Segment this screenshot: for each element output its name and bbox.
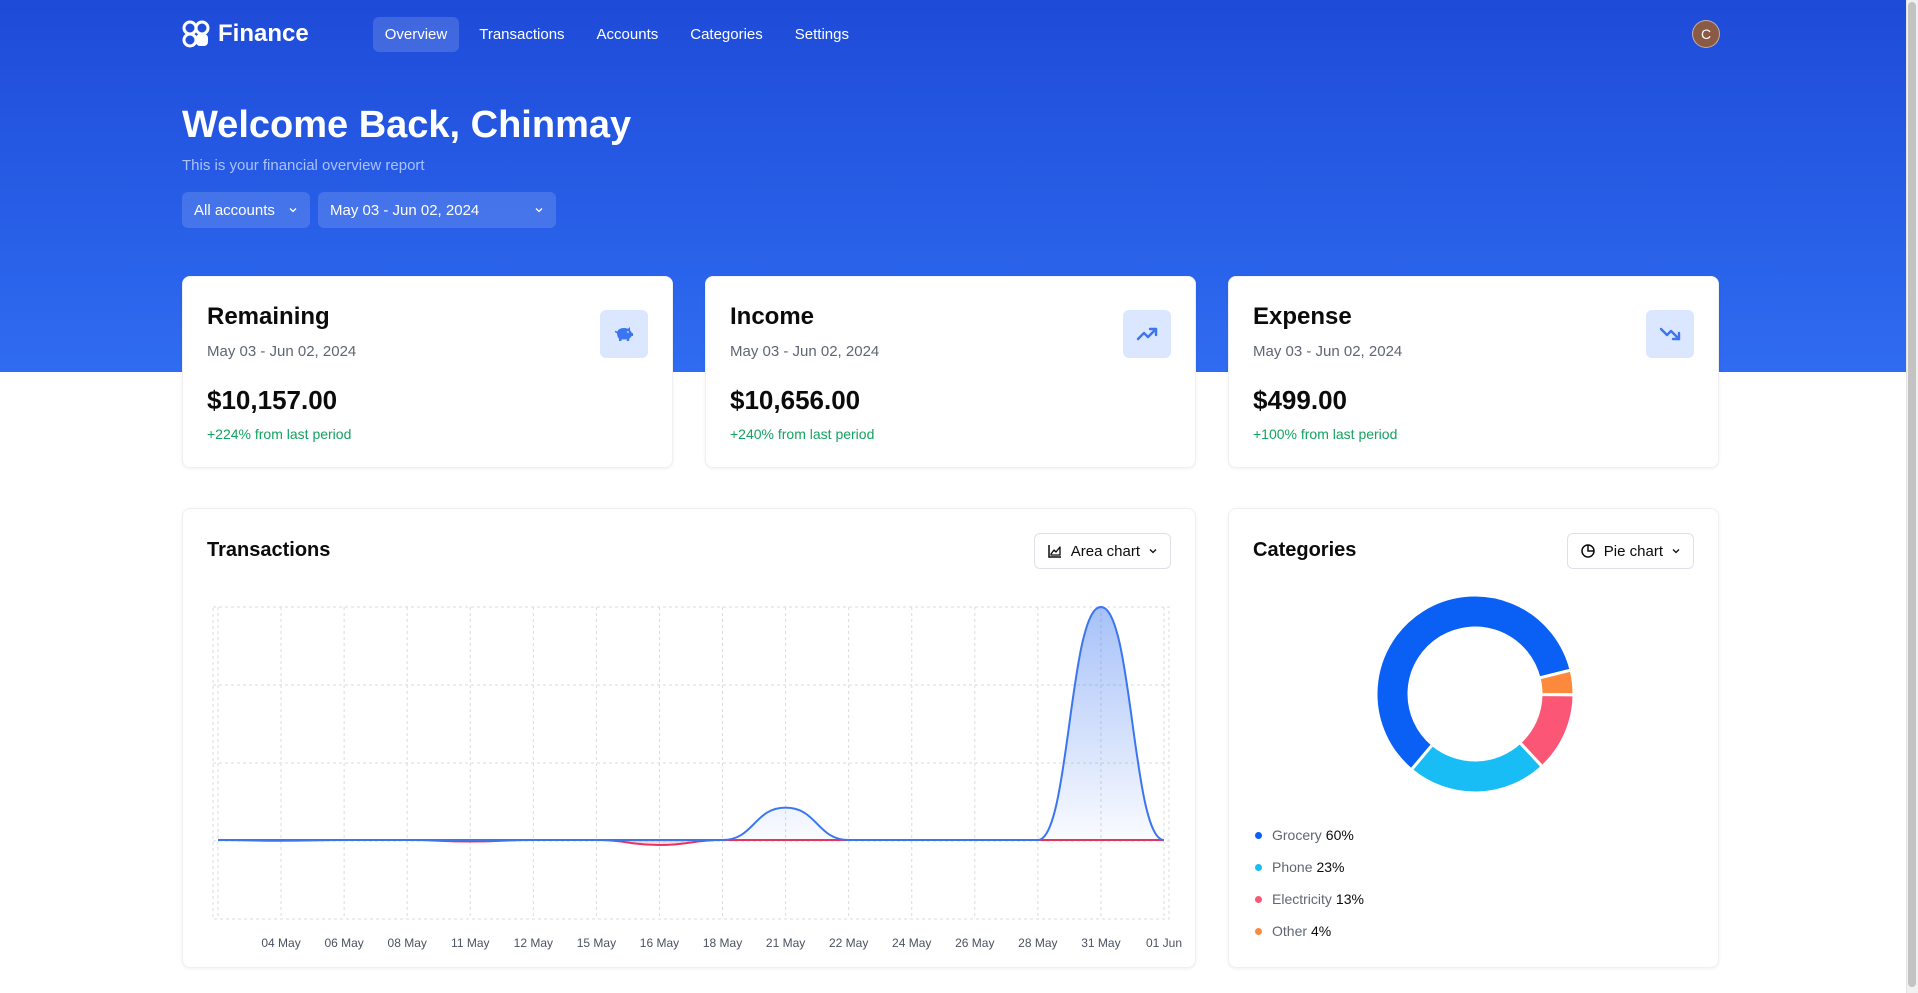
date-range-value: May 03 - Jun 02, 2024 xyxy=(330,201,480,219)
account-select-value: All accounts xyxy=(194,201,275,219)
legend-dot xyxy=(1255,895,1262,903)
pie-chart-icon xyxy=(1581,544,1595,558)
x-tick-label: 26 May xyxy=(955,936,994,950)
stat-title: Expense xyxy=(1253,303,1352,330)
transactions-title: Transactions xyxy=(207,539,331,561)
categories-card: Categories Pie chart Grocery 60% Phone 2… xyxy=(1228,508,1719,968)
pie-type-select[interactable]: Pie chart xyxy=(1566,533,1694,569)
stat-range: May 03 - Jun 02, 2024 xyxy=(1253,343,1403,360)
stat-title: Income xyxy=(730,303,815,330)
x-tick-label: 21 May xyxy=(766,936,805,950)
nav-overview[interactable]: Overview xyxy=(372,16,460,52)
piggy-bank-icon xyxy=(614,327,633,341)
chevron-down-icon xyxy=(289,208,297,213)
x-tick-label: 01 Jun xyxy=(1146,936,1182,950)
legend-dot xyxy=(1255,927,1262,935)
legend-item: Phone 23% xyxy=(1255,851,1364,883)
legend-item: Grocery 60% xyxy=(1255,819,1364,851)
categories-donut-chart xyxy=(1374,593,1576,795)
chart-type-label: Area chart xyxy=(1070,542,1140,560)
app-name: Finance xyxy=(218,20,309,47)
logo[interactable]: Finance xyxy=(182,20,309,48)
x-tick-label: 28 May xyxy=(1018,936,1057,950)
stat-icon-box xyxy=(1646,310,1694,358)
stat-value: $10,656.00 xyxy=(730,385,861,415)
stat-value: $10,157.00 xyxy=(207,385,338,415)
stat-title: Remaining xyxy=(207,303,330,330)
page-title: Welcome Back, Chinmay xyxy=(182,104,632,146)
nav-transactions[interactable]: Transactions xyxy=(467,17,576,52)
x-tick-label: 18 May xyxy=(703,936,742,950)
logo-icon xyxy=(182,20,210,48)
scrollbar-thumb[interactable] xyxy=(1908,2,1916,987)
x-tick-label: 08 May xyxy=(388,936,427,950)
page-subtitle: This is your financial overview report xyxy=(182,157,425,174)
legend-dot xyxy=(1255,831,1262,839)
x-tick-label: 06 May xyxy=(324,936,363,950)
x-tick-label: 22 May xyxy=(829,936,868,950)
user-avatar[interactable]: C xyxy=(1692,20,1720,48)
legend-item: Other 4% xyxy=(1255,915,1364,947)
legend-label: Phone xyxy=(1272,859,1313,875)
area-chart-icon xyxy=(1048,545,1061,558)
chevron-down-icon xyxy=(535,208,543,213)
expense-card: Expense May 03 - Jun 02, 2024 $499.00 +1… xyxy=(1228,276,1719,468)
stat-range: May 03 - Jun 02, 2024 xyxy=(207,343,357,360)
main-menu: Overview Transactions Accounts Categorie… xyxy=(372,16,861,52)
donut-slice-phone xyxy=(1409,740,1545,795)
stat-icon-box xyxy=(1123,310,1171,358)
nav-settings[interactable]: Settings xyxy=(783,17,861,52)
categories-legend: Grocery 60% Phone 23% Electricity 13% Ot… xyxy=(1255,819,1364,947)
nav-categories[interactable]: Categories xyxy=(678,17,775,52)
legend-label: Electricity xyxy=(1272,891,1332,907)
stat-change: +100% from last period xyxy=(1253,426,1398,442)
x-tick-label: 11 May xyxy=(451,936,489,950)
income-line xyxy=(218,605,1165,841)
legend-label: Other xyxy=(1272,923,1308,939)
stat-range: May 03 - Jun 02, 2024 xyxy=(730,343,880,360)
x-tick-label: 12 May xyxy=(514,936,553,950)
top-nav: Finance Overview Transactions Accounts C… xyxy=(182,16,1720,52)
income-card: Income May 03 - Jun 02, 2024 $10,656.00 … xyxy=(705,276,1196,468)
x-tick-label: 04 May xyxy=(261,936,300,950)
trending-down-icon xyxy=(1659,327,1681,341)
stat-icon-box xyxy=(600,310,648,358)
legend-percent: 60% xyxy=(1325,827,1354,843)
categories-title: Categories xyxy=(1253,539,1357,561)
chevron-down-icon xyxy=(1149,549,1157,554)
stat-change: +240% from last period xyxy=(730,426,875,442)
x-tick-label: 16 May xyxy=(640,936,679,950)
x-tick-label: 15 May xyxy=(577,936,616,950)
stat-change: +224% from last period xyxy=(207,426,352,442)
income-area xyxy=(218,607,1164,840)
account-select[interactable]: All accounts xyxy=(182,192,310,228)
trending-up-icon xyxy=(1136,327,1158,341)
filters: All accounts May 03 - Jun 02, 2024 xyxy=(182,192,556,228)
date-range-select[interactable]: May 03 - Jun 02, 2024 xyxy=(318,192,556,228)
scrollbar[interactable] xyxy=(1906,0,1918,993)
legend-percent: 23% xyxy=(1316,859,1345,875)
legend-percent: 4% xyxy=(1311,923,1332,939)
legend-item: Electricity 13% xyxy=(1255,883,1364,915)
remaining-card: Remaining May 03 - Jun 02, 2024 $10,157.… xyxy=(182,276,673,468)
legend-dot xyxy=(1255,863,1262,871)
transactions-card: Transactions Area chart 04 May 06 May 08 M… xyxy=(182,508,1196,968)
x-tick-label: 31 May xyxy=(1081,936,1120,950)
transactions-area-chart: 04 May 06 May 08 May 11 May 12 May 15 May 16 M… xyxy=(212,605,1182,950)
stat-value: $499.00 xyxy=(1253,385,1347,415)
legend-percent: 13% xyxy=(1335,891,1364,907)
nav-accounts[interactable]: Accounts xyxy=(585,17,671,52)
chevron-down-icon xyxy=(1672,549,1680,554)
pie-type-label: Pie chart xyxy=(1603,542,1663,560)
chart-type-select[interactable]: Area chart xyxy=(1033,533,1171,569)
x-tick-label: 24 May xyxy=(892,936,931,950)
legend-label: Grocery xyxy=(1272,827,1322,843)
